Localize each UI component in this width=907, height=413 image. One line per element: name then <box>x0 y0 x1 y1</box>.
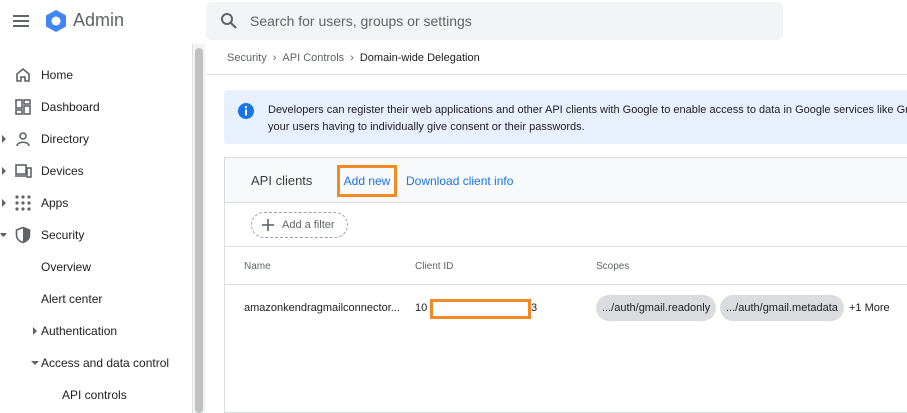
scope-chip[interactable]: .../auth/gmail.readonly <box>596 295 717 321</box>
top-bar: Admin <box>0 0 907 44</box>
sidebar-item-label: Directory <box>41 132 90 146</box>
info-banner: Developers can register their web applic… <box>224 90 907 144</box>
sidebar-item-apps[interactable]: Apps <box>0 188 192 218</box>
sidebar-item-label: Access and data control <box>41 356 170 370</box>
expand-caret-icon[interactable] <box>1 167 7 175</box>
collapse-caret-icon[interactable] <box>0 228 6 242</box>
sidebar-item-alert-center[interactable]: Alert center <box>0 284 192 314</box>
download-client-info-button[interactable]: Download client info <box>406 168 513 194</box>
devices-icon <box>15 164 32 178</box>
sidebar-item-label: API controls <box>62 388 127 402</box>
api-clients-card: API clients Add new Download client info… <box>224 157 907 413</box>
sidebar-item-access-and-data-control[interactable]: Access and data control <box>0 348 192 378</box>
expand-caret-icon[interactable] <box>1 199 7 207</box>
collapse-caret-icon[interactable] <box>31 360 39 366</box>
admin-logo-icon[interactable] <box>44 9 68 33</box>
plus-icon <box>262 219 274 231</box>
breadcrumb-security[interactable]: Security <box>227 52 267 64</box>
add-filter-button[interactable]: Add a filter <box>251 212 348 238</box>
sidebar: Home Dashboard Directory Devices Apps Se… <box>0 44 192 413</box>
breadcrumb: Security › API Controls › Domain-wide De… <box>227 52 480 64</box>
expand-caret-icon[interactable] <box>32 327 38 335</box>
column-header-scopes[interactable]: Scopes <box>596 261 629 272</box>
sidebar-item-label: Overview <box>41 260 92 274</box>
more-scopes-link[interactable]: +1 More <box>849 302 890 314</box>
app-title[interactable]: Admin <box>73 10 124 31</box>
search-input[interactable] <box>250 10 750 32</box>
chevron-right-icon: › <box>272 52 277 64</box>
sidebar-item-devices[interactable]: Devices <box>0 156 192 186</box>
sidebar-item-dashboard[interactable]: Dashboard <box>0 92 192 122</box>
divider <box>206 74 907 75</box>
sidebar-item-label: Dashboard <box>41 100 100 114</box>
add-filter-label: Add a filter <box>282 219 335 231</box>
search-bar[interactable] <box>206 2 783 40</box>
redacted-client-id <box>430 299 531 319</box>
apps-grid-icon <box>15 195 31 211</box>
sidebar-item-api-controls[interactable]: API controls <box>0 380 192 410</box>
breadcrumb-api-controls[interactable]: API Controls <box>282 52 344 64</box>
sidebar-item-label: Authentication <box>41 324 118 338</box>
sidebar-item-label: Security <box>41 228 85 242</box>
sidebar-item-label: Devices <box>41 164 84 178</box>
sidebar-item-authentication[interactable]: Authentication <box>0 316 192 346</box>
info-icon <box>238 103 254 119</box>
dashboard-icon <box>15 99 31 115</box>
table-row[interactable]: amazonkendragmailconnector... 10 3 .../a… <box>225 285 907 333</box>
sidebar-item-label: Home <box>41 68 74 82</box>
column-header-client-id[interactable]: Client ID <box>415 261 453 272</box>
filter-row: Add a filter <box>225 203 907 247</box>
sidebar-item-label: Apps <box>41 196 69 210</box>
card-header: API clients Add new Download client info <box>225 158 907 203</box>
scope-chip[interactable]: .../auth/gmail.metadata <box>720 295 844 321</box>
sidebar-item-label: Alert center <box>41 292 103 306</box>
info-line: Developers can register their web applic… <box>268 104 907 116</box>
info-text: Developers can register their web applic… <box>268 102 907 136</box>
card-title: API clients <box>251 173 313 188</box>
scrollbar-thumb[interactable] <box>195 48 203 413</box>
table-header: Name Client ID Scopes <box>225 247 907 285</box>
main-content: Security › API Controls › Domain-wide De… <box>206 44 907 413</box>
column-header-name[interactable]: Name <box>244 261 271 272</box>
breadcrumb-current: Domain-wide Delegation <box>359 52 480 64</box>
info-line: your users having to individually give c… <box>268 121 585 133</box>
search-icon <box>221 13 237 29</box>
sidebar-scrollbar[interactable] <box>192 44 205 413</box>
main-menu-icon[interactable] <box>12 12 30 30</box>
sidebar-item-overview[interactable]: Overview <box>0 252 192 282</box>
client-id-prefix: 10 <box>415 302 428 314</box>
person-icon <box>16 132 30 147</box>
shield-icon <box>15 226 31 244</box>
sidebar-item-home[interactable]: Home <box>0 60 192 90</box>
add-new-button[interactable]: Add new <box>337 165 397 197</box>
client-id-suffix: 3 <box>531 302 538 314</box>
sidebar-item-security[interactable]: Security <box>0 220 192 250</box>
chevron-right-icon: › <box>350 52 354 64</box>
expand-caret-icon[interactable] <box>1 135 7 143</box>
home-icon <box>16 67 30 82</box>
client-name[interactable]: amazonkendragmailconnector... <box>244 302 400 314</box>
sidebar-item-directory[interactable]: Directory <box>0 124 192 154</box>
